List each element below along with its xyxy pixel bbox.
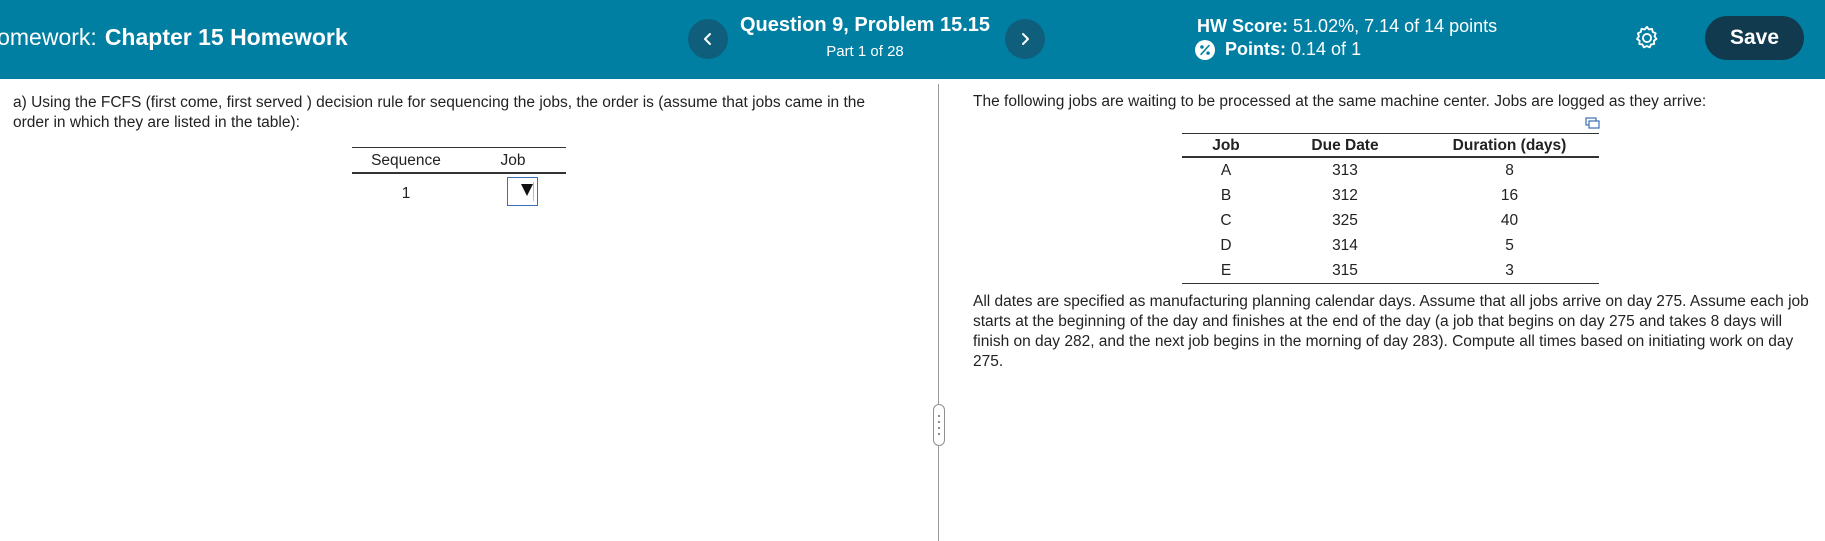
part-indicator: Part 1 of 28	[826, 43, 904, 60]
due-date-column-header: Due Date	[1270, 133, 1420, 158]
next-question-button[interactable]	[1005, 19, 1045, 59]
handle-dot	[938, 415, 940, 417]
hw-score-label: HW Score:	[1197, 16, 1289, 36]
job-cell: E	[1182, 258, 1270, 284]
hw-score: HW Score: 51.02%, 7.14 of 14 points	[1197, 16, 1497, 37]
percent-badge-icon	[1195, 39, 1215, 60]
duration-cell: 40	[1500, 211, 1519, 229]
copy-table-icon[interactable]	[1585, 117, 1600, 129]
sequence-table: Sequence Job 1	[352, 147, 566, 212]
job-cell: C	[1220, 211, 1232, 229]
job-cell	[460, 173, 566, 212]
due-date-cell: 325	[1332, 211, 1358, 229]
table-row: E 315 3	[1182, 258, 1599, 284]
job-column-header: Job	[1182, 133, 1270, 158]
chapter-title: Chapter 15 Homework	[104, 24, 348, 50]
duration-cell: 8	[1505, 161, 1514, 179]
dropdown-arrow-icon	[520, 184, 533, 196]
due-date-cell: 315	[1270, 258, 1420, 284]
points-value: 0.14 of 1	[1291, 39, 1362, 59]
job-header: Job	[460, 147, 566, 174]
jobs-table: Job Due Date Duration (days) A 313 8 B 3…	[1182, 133, 1599, 284]
job-cell: D	[1220, 236, 1232, 254]
points-label: Points:	[1225, 39, 1286, 59]
duration-cell: 5	[1505, 236, 1514, 254]
question-header: Question 9, Problem 15.15 Part 1 of 28	[730, 14, 1000, 60]
points: Points: 0.14 of 1	[1195, 39, 1361, 60]
table-row: C 325 40	[1182, 208, 1599, 233]
handle-dot	[938, 433, 940, 435]
previous-question-button[interactable]	[688, 19, 728, 59]
handle-dot	[938, 421, 940, 423]
gear-icon[interactable]	[1633, 24, 1661, 52]
duration-column-header: Duration (days)	[1420, 133, 1599, 158]
sequence-header: Sequence	[352, 147, 460, 174]
duration-cell: 16	[1500, 186, 1519, 204]
save-button[interactable]: Save	[1705, 16, 1804, 60]
question-instruction: a) Using the FCFS (first come, first ser…	[13, 94, 866, 131]
table-row: D 314 5	[1182, 233, 1599, 258]
table-row: A 313 8	[1182, 157, 1599, 183]
handle-dot	[938, 427, 940, 429]
chevron-right-icon	[1022, 33, 1029, 45]
table-row: 1	[352, 173, 566, 212]
pane-divider	[938, 84, 939, 541]
due-date-cell: 312	[1332, 186, 1358, 204]
question-title: Question 9, Problem 15.15	[739, 14, 991, 36]
hw-score-value: 51.02%, 7.14 of 14 points	[1293, 16, 1498, 36]
job-dropdown[interactable]	[506, 177, 538, 206]
due-date-cell: 314	[1332, 236, 1358, 254]
job-cell: B	[1220, 186, 1232, 204]
assumptions-text: All dates are specified as manufacturing…	[973, 293, 1809, 370]
homework-title: lomework: Chapter 15 Homework	[0, 24, 348, 51]
top-bar: lomework: Chapter 15 Homework Question 9,…	[0, 0, 1825, 79]
duration-cell: 3	[1420, 258, 1599, 284]
pane-resize-handle[interactable]	[933, 404, 945, 446]
table-row: B 312 16	[1182, 183, 1599, 208]
jobs-intro: The following jobs are waiting to be pro…	[973, 93, 1707, 110]
chevron-left-icon	[704, 33, 711, 45]
dropdown-divider	[532, 182, 534, 201]
due-date-cell: 313	[1332, 161, 1358, 179]
job-cell: A	[1220, 161, 1232, 179]
homework-prefix: lomework:	[0, 24, 97, 50]
sequence-cell: 1	[401, 185, 411, 202]
